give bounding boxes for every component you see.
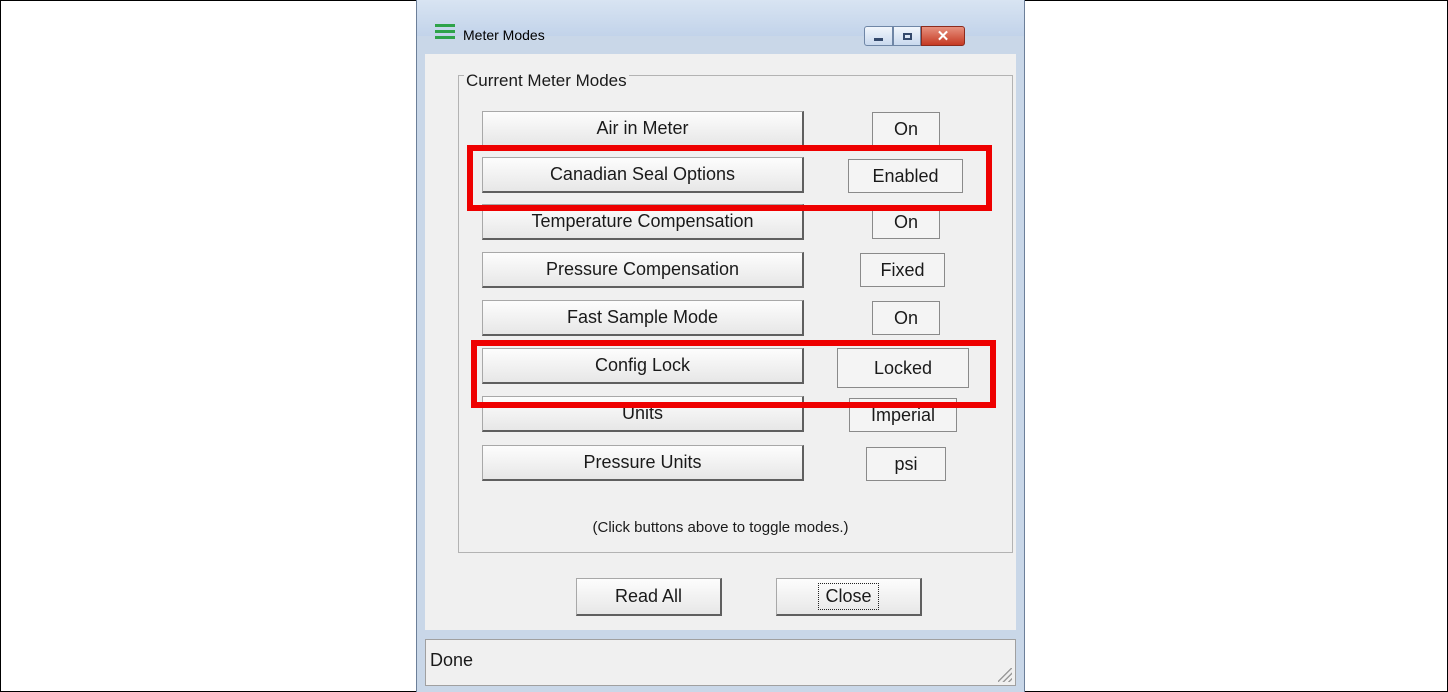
- mode-button-label: Temperature Compensation: [531, 211, 754, 231]
- air-in-meter-value: On: [872, 112, 940, 146]
- close-icon: ✕: [936, 28, 950, 45]
- pressure-units-value: psi: [866, 447, 946, 481]
- read-all-label: Read All: [614, 586, 683, 606]
- status-bar: Done: [425, 639, 1016, 686]
- pressure-compensation-button[interactable]: Pressure Compensation: [482, 252, 804, 288]
- config-lock-button[interactable]: Config Lock: [482, 348, 804, 384]
- temperature-compensation-button[interactable]: Temperature Compensation: [482, 204, 804, 240]
- fast-sample-mode-button[interactable]: Fast Sample Mode: [482, 300, 804, 336]
- read-all-button[interactable]: Read All: [576, 578, 722, 616]
- fast-sample-mode-value: On: [872, 301, 940, 335]
- toggle-hint-text: (Click buttons above to toggle modes.): [592, 519, 849, 536]
- close-window-button[interactable]: ✕: [921, 26, 965, 46]
- resize-grip-icon[interactable]: [998, 668, 1012, 682]
- close-label: Close: [818, 583, 879, 610]
- meter-modes-window: Meter Modes ✕ Current Meter Modes Air in…: [416, 0, 1025, 692]
- units-button[interactable]: Units: [482, 396, 804, 432]
- mode-button-label: Config Lock: [594, 355, 691, 375]
- app-menu-icon[interactable]: [435, 24, 455, 40]
- minimize-button[interactable]: [864, 26, 893, 46]
- temperature-compensation-value: On: [872, 205, 940, 239]
- mode-button-label: Air in Meter: [596, 118, 689, 138]
- mode-button-label: Canadian Seal Options: [549, 164, 736, 184]
- pressure-compensation-value: Fixed: [860, 253, 945, 287]
- mode-button-label: Fast Sample Mode: [566, 307, 719, 327]
- maximize-button[interactable]: [893, 26, 921, 46]
- window-title: Meter Modes: [463, 27, 545, 43]
- mode-button-label: Pressure Compensation: [545, 259, 740, 279]
- config-lock-value: Locked: [837, 348, 969, 388]
- dialog-client-area: Current Meter Modes Air in Meter On Cana…: [425, 54, 1016, 630]
- status-text: Done: [430, 650, 474, 670]
- minimize-icon: [874, 37, 883, 41]
- canadian-seal-options-button[interactable]: Canadian Seal Options: [482, 157, 804, 193]
- close-button[interactable]: Close: [776, 578, 922, 616]
- canadian-seal-options-value: Enabled: [848, 159, 963, 193]
- group-label: Current Meter Modes: [464, 71, 629, 91]
- pressure-units-button[interactable]: Pressure Units: [482, 445, 804, 481]
- units-value: Imperial: [849, 398, 957, 432]
- air-in-meter-button[interactable]: Air in Meter: [482, 111, 804, 147]
- mode-button-label: Units: [621, 403, 663, 423]
- mode-button-label: Pressure Units: [583, 452, 702, 472]
- maximize-icon: [902, 32, 912, 40]
- title-bar[interactable]: Meter Modes ✕: [417, 0, 1024, 46]
